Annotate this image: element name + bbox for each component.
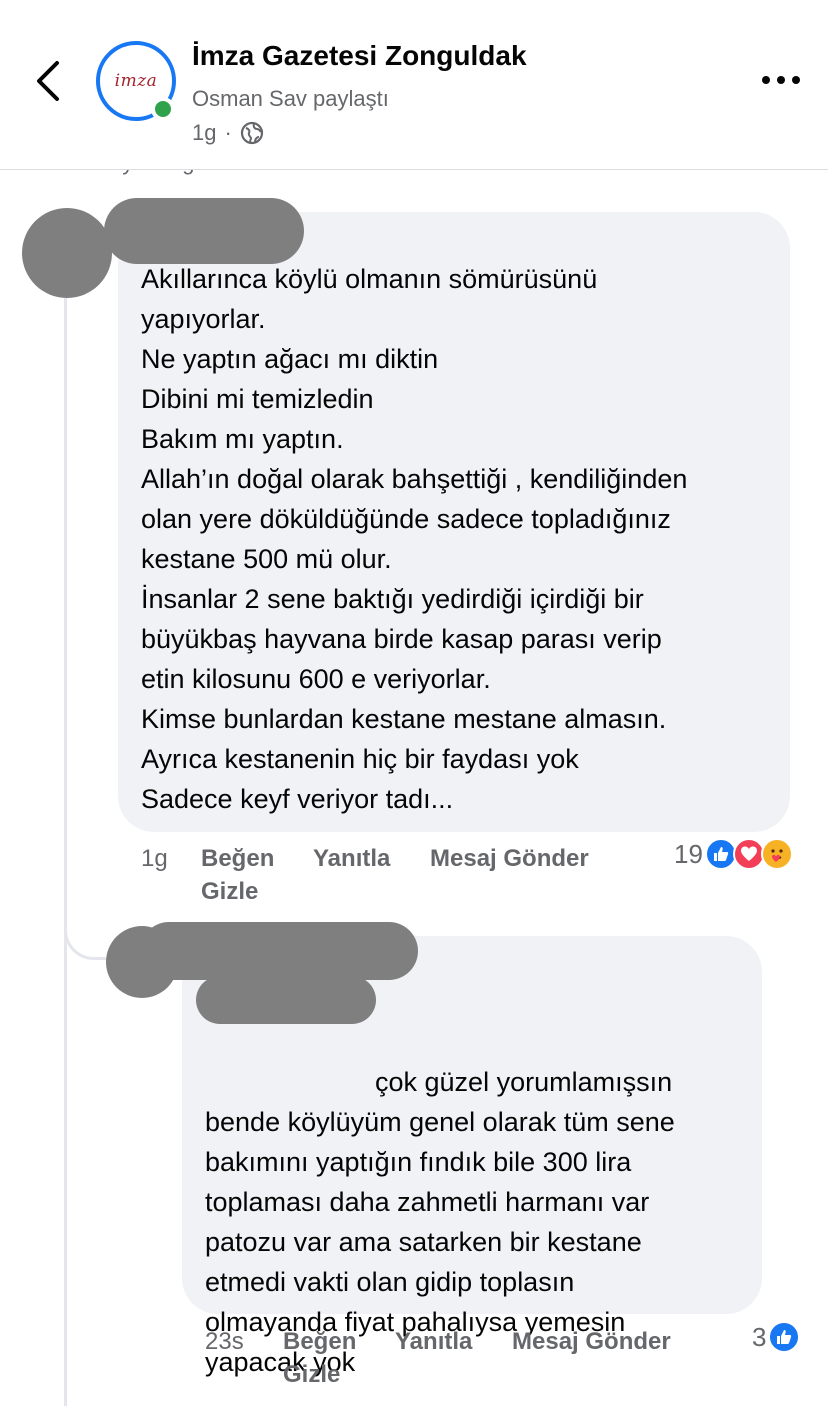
send-message-button[interactable]: Mesaj Gönder (512, 1328, 671, 1356)
reply-text-line: etmedi vakti olan gidip toplasın (205, 1267, 575, 1297)
meta-separator: · (224, 120, 232, 145)
back-button[interactable] (26, 56, 70, 106)
reaction-summary[interactable]: 19 (674, 838, 793, 870)
reply-time: 23s (205, 1328, 244, 1355)
hide-button[interactable]: Gizle (283, 1361, 340, 1389)
comment-time: 1g (141, 845, 168, 872)
page-avatar[interactable]: imza (96, 41, 176, 121)
online-status-dot (151, 97, 175, 121)
globe-icon (240, 121, 263, 145)
send-message-button[interactable]: Mesaj Gönder (430, 845, 589, 873)
comment-text: Akıllarınca köylü olmanın sömürüsünü yap… (141, 264, 688, 814)
page-name[interactable]: İmza Gazetesi Zonguldak (192, 40, 527, 72)
like-button[interactable]: Beğen (201, 845, 274, 873)
thread-reply-connector (64, 870, 106, 960)
reply-text-line: çok güzel yorumlamışsın (375, 1067, 673, 1097)
reply-text-line: bende köylüyüm genel olarak tüm sene (205, 1107, 675, 1137)
reaction-count: 3 (752, 1321, 767, 1352)
reply-button[interactable]: Yanıtla (313, 845, 390, 873)
post-time[interactable]: 1g (192, 120, 216, 146)
redacted-avatar (22, 208, 112, 298)
hide-button[interactable]: Gizle (201, 878, 258, 906)
like-button[interactable]: Beğen (283, 1328, 356, 1356)
redacted-author-name (140, 922, 418, 980)
redacted-author-name (104, 198, 304, 264)
imza-logo: imza (114, 71, 158, 91)
reaction-count: 19 (674, 838, 703, 869)
post-meta: 1g · (192, 120, 264, 146)
care-reaction-icon (760, 838, 793, 870)
reply-text-line: patozu var ama satarken bir kestane (205, 1227, 642, 1257)
chevron-left-icon (37, 61, 59, 101)
post-header: imza İmza Gazetesi Zonguldak Osman Sav p… (0, 0, 828, 170)
reply-button[interactable]: Yanıtla (395, 1328, 472, 1356)
thread-line (64, 298, 67, 1406)
more-horizontal-icon (762, 76, 800, 84)
shared-by-text[interactable]: Osman Sav paylaştı (192, 86, 389, 112)
like-reaction-icon (768, 1321, 801, 1353)
reaction-summary[interactable]: 3 (752, 1321, 801, 1353)
reply-text-line: bakımını yaptığın fındık bile 300 lira (205, 1147, 632, 1177)
more-options-button[interactable] (756, 62, 806, 98)
reply-text-line: toplaması daha zahmetli harmanı var (205, 1187, 650, 1217)
